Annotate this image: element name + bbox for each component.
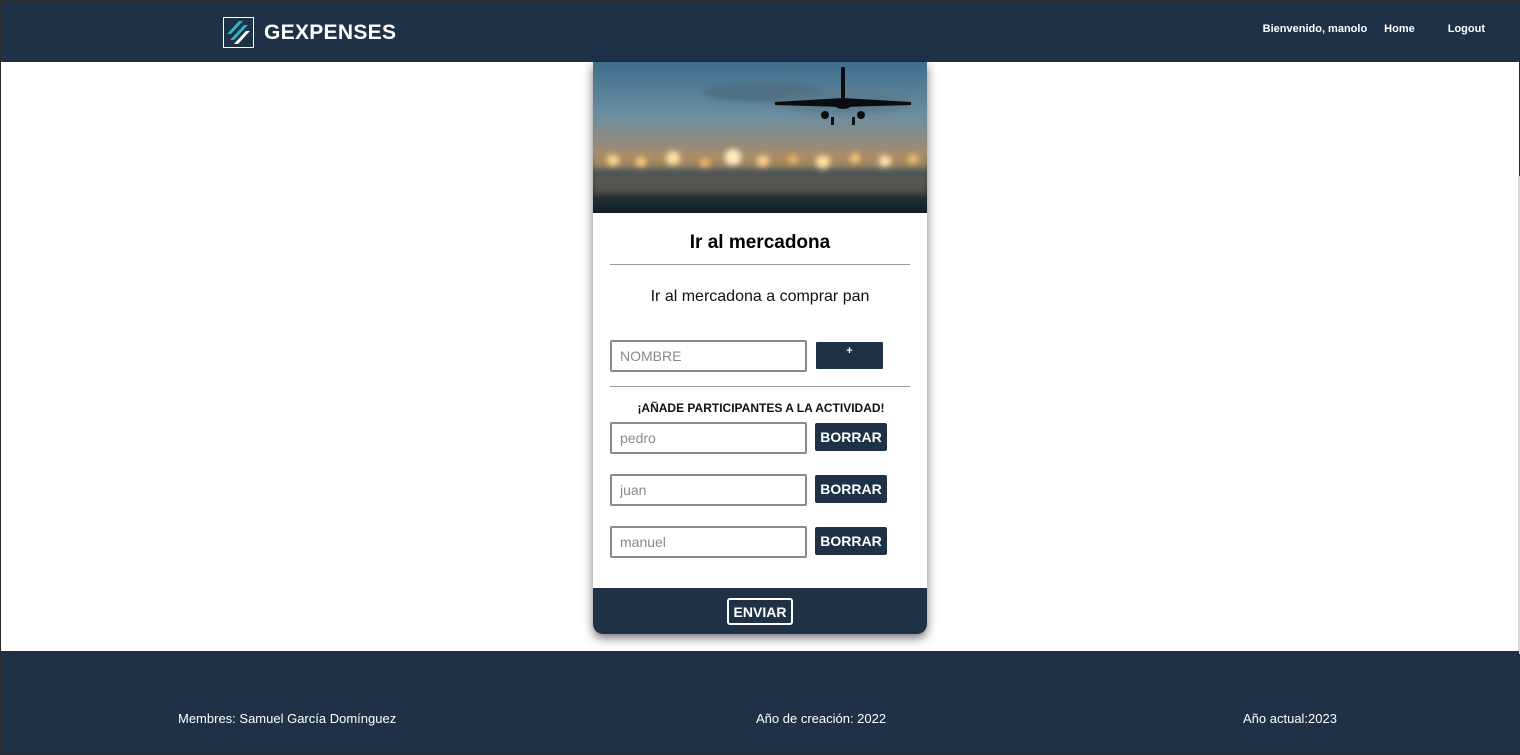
participants-heading: ¡AÑADE PARTICIPANTES A LA ACTIVIDAD! (637, 401, 885, 415)
participant-input[interactable] (610, 474, 807, 506)
activity-title: Ir al mercadona (689, 232, 831, 253)
footer-members: Membres: Samuel García Domínguez (178, 711, 397, 726)
nav-links: Bienvenido, manolo Home Logout (1263, 23, 1485, 35)
activity-description: Ir al mercadona a comprar pan (650, 288, 870, 305)
airplane-photo (593, 62, 927, 213)
nav-logout-link[interactable]: Logout (1448, 23, 1485, 35)
page-footer: Membres: Samuel García Domínguez Año de … (1, 651, 1519, 754)
brand[interactable]: GEXPENSES (223, 17, 396, 48)
welcome-text: Bienvenido, manolo (1262, 23, 1368, 35)
divider (610, 264, 910, 265)
participant-row: BORRAR (610, 474, 910, 506)
navbar: GEXPENSES Bienvenido, manolo Home Logout (1, 1, 1519, 62)
delete-participant-button[interactable]: BORRAR (815, 527, 887, 555)
participant-row: BORRAR (610, 422, 910, 454)
participant-name-input[interactable] (610, 340, 807, 372)
participant-input[interactable] (610, 422, 807, 454)
delete-participant-button[interactable]: BORRAR (815, 475, 887, 503)
footer-creation-year: Año de creación: 2022 (756, 711, 887, 726)
nav-home-link[interactable]: Home (1384, 23, 1415, 35)
page: GEXPENSES Bienvenido, manolo Home Logout (0, 0, 1520, 755)
card-footer: ENVIAR (593, 588, 927, 634)
footer-current-year: Año actual:2023 (1243, 711, 1337, 726)
brand-name: GEXPENSES (264, 20, 397, 44)
participant-input[interactable] (610, 526, 807, 558)
divider (610, 386, 910, 387)
participant-row: BORRAR (610, 526, 910, 558)
activity-card: Ir al mercadona Ir al mercadona a compra… (593, 62, 927, 634)
send-button[interactable]: ENVIAR (727, 598, 793, 625)
delete-participant-button[interactable]: BORRAR (815, 423, 887, 451)
gexpenses-logo-icon (223, 17, 254, 48)
add-participant-button[interactable]: + (816, 342, 883, 369)
